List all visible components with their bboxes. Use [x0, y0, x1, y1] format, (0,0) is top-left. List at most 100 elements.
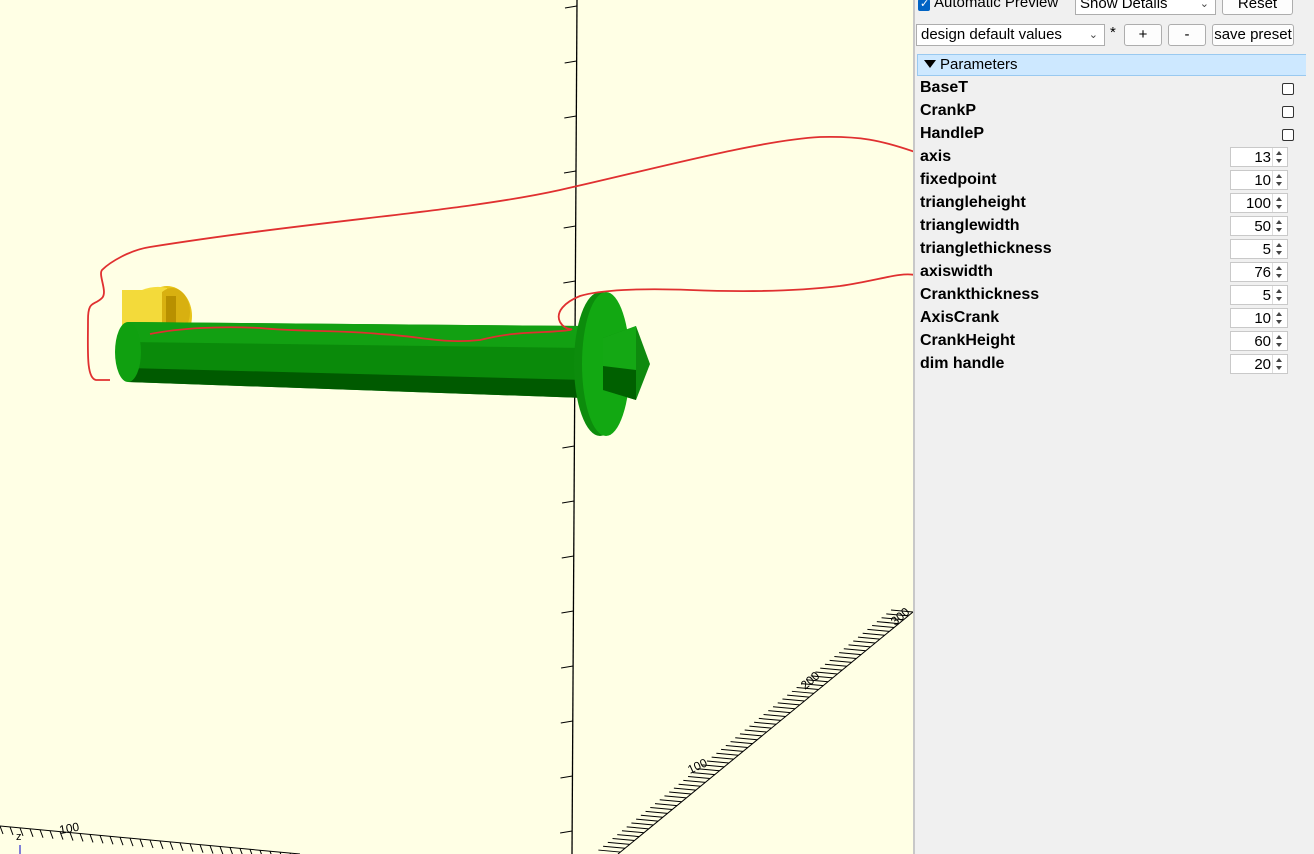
save-preset-button[interactable]: save preset — [1212, 24, 1294, 46]
parameter-row: triangleheight 100 — [915, 192, 1314, 215]
parameter-name: trianglewidth — [920, 217, 1020, 234]
spin-up-icon[interactable] — [1276, 220, 1282, 224]
panel-scrollbar[interactable] — [1306, 50, 1314, 854]
spin-arrows[interactable] — [1272, 286, 1287, 304]
parameter-spinbox[interactable]: 5 — [1230, 285, 1288, 305]
parameter-value: 60 — [1254, 333, 1271, 350]
details-select-value: Show Details — [1080, 0, 1168, 12]
spin-down-icon[interactable] — [1276, 366, 1282, 370]
parameter-name: triangleheight — [920, 194, 1026, 211]
y-axis-tick — [853, 640, 876, 644]
parameter-checkbox[interactable] — [1282, 83, 1294, 95]
spin-up-icon[interactable] — [1276, 266, 1282, 270]
parameter-spinbox[interactable]: 5 — [1230, 239, 1288, 259]
y-axis-tick — [645, 810, 668, 814]
parameter-spinbox[interactable]: 100 — [1230, 193, 1288, 213]
parameter-row: HandleP — [915, 123, 1314, 146]
remove-preset-button[interactable]: - — [1168, 24, 1206, 46]
y-axis-tick — [687, 775, 711, 779]
parameter-spinbox[interactable]: 20 — [1230, 354, 1288, 374]
3d-viewport[interactable]: 300 200 100 100 z — [0, 0, 913, 854]
spin-arrows[interactable] — [1272, 240, 1287, 258]
y-axis-tick — [777, 702, 800, 706]
modified-marker: * — [1110, 24, 1116, 41]
y-axis-tick — [631, 822, 654, 826]
spin-down-icon[interactable] — [1276, 182, 1282, 186]
y-axis-tick — [754, 721, 777, 725]
spin-up-icon[interactable] — [1276, 289, 1282, 293]
parameter-spinbox[interactable]: 10 — [1230, 308, 1288, 328]
z-axis-line — [571, 0, 578, 854]
spin-arrows[interactable] — [1272, 217, 1287, 235]
spin-arrows[interactable] — [1272, 148, 1287, 166]
parameter-spinbox[interactable]: 76 — [1230, 262, 1288, 282]
spin-down-icon[interactable] — [1276, 343, 1282, 347]
y-axis-tick — [654, 803, 678, 807]
spin-down-icon[interactable] — [1276, 205, 1282, 209]
add-preset-button[interactable]: + — [1124, 24, 1162, 46]
y-axis-line — [617, 611, 913, 854]
y-axis-tick — [603, 845, 626, 849]
z-axis-tick — [563, 170, 577, 174]
spin-down-icon[interactable] — [1276, 251, 1282, 255]
parameter-name: HandleP — [920, 125, 985, 142]
y-axis-tick — [730, 741, 753, 745]
z-axis-tick — [564, 5, 578, 9]
spin-down-icon[interactable] — [1276, 228, 1282, 232]
spin-up-icon[interactable] — [1276, 358, 1282, 362]
spin-arrows[interactable] — [1272, 332, 1287, 350]
preview-toolbar: Automatic Preview Show Details ⌄ Reset — [915, 0, 1314, 16]
spin-arrows[interactable] — [1272, 355, 1287, 373]
axis-label-300: 300 — [888, 604, 913, 628]
y-axis-tick — [716, 752, 739, 756]
y-axis-tick — [721, 748, 744, 752]
spin-up-icon[interactable] — [1276, 197, 1282, 201]
spin-down-icon[interactable] — [1276, 297, 1282, 301]
y-axis-tick — [857, 636, 881, 640]
parameter-spinbox[interactable]: 10 — [1230, 170, 1288, 190]
x-axis-tick — [9, 826, 14, 836]
green-crank-part — [574, 292, 650, 436]
spin-up-icon[interactable] — [1276, 243, 1282, 247]
spin-up-icon[interactable] — [1276, 335, 1282, 339]
parameter-checkbox[interactable] — [1282, 129, 1294, 141]
y-axis-tick — [636, 818, 659, 822]
parameter-checkbox[interactable] — [1282, 106, 1294, 118]
automatic-preview-checkbox[interactable] — [918, 0, 930, 11]
spin-down-icon[interactable] — [1276, 159, 1282, 163]
z-label: z — [16, 831, 22, 843]
parameter-spinbox[interactable]: 13 — [1230, 147, 1288, 167]
y-axis-tick — [867, 628, 890, 632]
z-axis-tick — [561, 500, 575, 504]
spin-arrows[interactable] — [1272, 263, 1287, 281]
spin-arrows[interactable] — [1272, 171, 1287, 189]
spin-up-icon[interactable] — [1276, 174, 1282, 178]
parameter-name: dim handle — [920, 355, 1005, 372]
x-axis-tick — [179, 842, 184, 851]
parameter-name: BaseT — [920, 79, 969, 96]
spin-down-icon[interactable] — [1276, 274, 1282, 278]
spin-arrows[interactable] — [1272, 309, 1287, 327]
x-axis-tick — [99, 835, 104, 844]
parameter-value: 13 — [1254, 149, 1271, 166]
x-axis-tick — [49, 830, 54, 839]
spin-arrows[interactable] — [1272, 194, 1287, 212]
reset-button[interactable]: Reset — [1222, 0, 1293, 15]
y-axis-tick — [711, 756, 734, 760]
y-axis-tick — [815, 671, 838, 675]
z-axis-tick — [564, 115, 577, 119]
y-axis-tick — [834, 655, 857, 659]
details-select[interactable]: Show Details ⌄ — [1075, 0, 1216, 15]
parameter-spinbox[interactable]: 60 — [1230, 331, 1288, 351]
y-axis-ticks — [598, 609, 913, 853]
spin-up-icon[interactable] — [1276, 151, 1282, 155]
parameter-spinbox[interactable]: 50 — [1230, 216, 1288, 236]
y-axis-tick — [607, 841, 630, 845]
spin-up-icon[interactable] — [1276, 312, 1282, 316]
y-axis-tick — [839, 652, 862, 656]
y-axis-tick — [706, 760, 729, 764]
preset-select[interactable]: design default values ⌄ — [916, 24, 1105, 46]
spin-down-icon[interactable] — [1276, 320, 1282, 324]
parameter-row: AxisCrank 10 — [915, 307, 1314, 330]
parameters-group-header[interactable]: Parameters — [917, 54, 1310, 76]
